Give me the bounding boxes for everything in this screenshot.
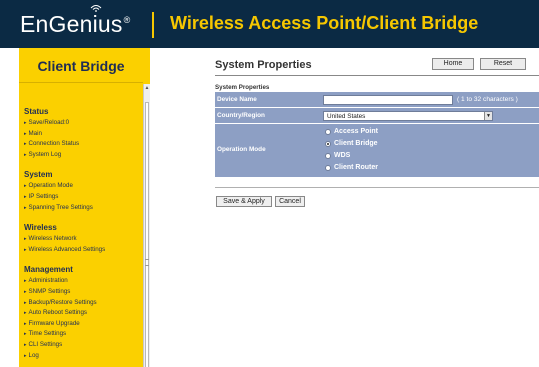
radio-label: Client Router [334,164,378,171]
registered-mark: ® [123,15,131,26]
sidebar-item-main[interactable]: Main [24,129,144,140]
radio-button[interactable] [325,153,331,159]
header-title: Wireless Access Point/Client Bridge [170,13,479,33]
sidebar-divider [19,82,143,83]
nav-heading-wireless: Wireless [24,223,57,233]
header-divider [152,12,154,38]
sidebar-nav: Status Save/Reload:0 Main Connection Sta… [24,107,144,361]
device-name-row: Device Name ( 1 to 32 characters ) [215,92,539,108]
radio-label: Client Bridge [334,140,378,147]
radio-button[interactable] [325,129,331,135]
sidebar-item-cli-settings[interactable]: CLI Settings [24,340,144,351]
country-row: Country/Region United States ▼ [215,108,539,124]
nav-heading-status: Status [24,107,49,116]
sidebar-item-wireless-advanced[interactable]: Wireless Advanced Settings [24,245,144,256]
sidebar: Client Bridge Status Save/Reload:0 Main … [19,48,150,367]
radio-label: Access Point [334,128,378,135]
sidebar-item-snmp[interactable]: SNMP Settings [24,287,144,298]
sidebar-item-wireless-network[interactable]: Wireless Network [24,234,144,245]
radio-client-router[interactable]: Client Router [323,162,378,174]
page-title: System Properties [215,59,312,71]
nav-heading-management: Management [24,265,73,275]
scrollbar-grip-icon [145,259,149,266]
sidebar-item-ip-settings[interactable]: IP Settings [24,192,144,203]
dropdown-arrow-icon[interactable]: ▼ [484,112,492,120]
sidebar-item-operation-mode[interactable]: Operation Mode [24,181,144,192]
radio-wds[interactable]: WDS [323,150,378,162]
sidebar-item-save-reload[interactable]: Save/Reload:0 [24,118,144,129]
device-name-hint: ( 1 to 32 characters ) [457,96,518,103]
operation-mode-radio-group: Access Point Client Bridge WDS Client Ro… [323,126,378,174]
save-apply-button[interactable]: Save & Apply [216,196,272,207]
home-button[interactable]: Home [432,58,474,70]
reset-button[interactable]: Reset [480,58,526,70]
sidebar-scrollbar[interactable]: ▲ [143,84,150,367]
scrollbar-thumb[interactable] [145,102,149,367]
country-selected-value: United States [327,113,366,120]
sidebar-item-time-settings[interactable]: Time Settings [24,329,144,340]
device-name-label: Device Name [217,96,257,103]
app-header: EnGenius® Wireless Access Point/Client B… [0,0,539,48]
sidebar-item-administration[interactable]: Administration [24,276,144,287]
sidebar-item-system-log[interactable]: System Log [24,150,144,161]
brand-name: EnGenius [20,11,123,37]
country-select[interactable]: United States ▼ [323,111,493,121]
sidebar-item-spanning-tree[interactable]: Spanning Tree Settings [24,203,144,214]
nav-heading-system: System [24,170,53,180]
country-label: Country/Region [217,112,265,119]
section-label: System Properties [215,84,270,91]
sidebar-item-firmware-upgrade[interactable]: Firmware Upgrade [24,319,144,330]
cancel-button[interactable]: Cancel [275,196,305,207]
device-name-input[interactable] [323,95,453,105]
radio-client-bridge[interactable]: Client Bridge [323,138,378,150]
radio-button[interactable] [325,165,331,171]
sidebar-item-auto-reboot[interactable]: Auto Reboot Settings [24,308,144,319]
radio-access-point[interactable]: Access Point [323,126,378,138]
sidebar-item-log[interactable]: Log [24,351,144,362]
sidebar-item-backup-restore[interactable]: Backup/Restore Settings [24,298,144,309]
wifi-icon [90,5,102,12]
sidebar-item-connection-status[interactable]: Connection Status [24,139,144,150]
radio-label: WDS [334,152,351,159]
main-panel: System Properties Home Reset System Prop… [150,48,539,367]
radio-button-selected[interactable] [325,141,331,147]
engenius-logo: EnGenius® [20,11,130,38]
sidebar-title: Client Bridge [37,58,125,74]
properties-table: Device Name ( 1 to 32 characters ) Count… [215,92,539,178]
title-divider [215,75,539,76]
actions-divider [215,187,539,188]
operation-mode-label: Operation Mode [217,146,266,153]
operation-mode-row: Operation Mode Access Point Client Bridg… [215,124,539,178]
